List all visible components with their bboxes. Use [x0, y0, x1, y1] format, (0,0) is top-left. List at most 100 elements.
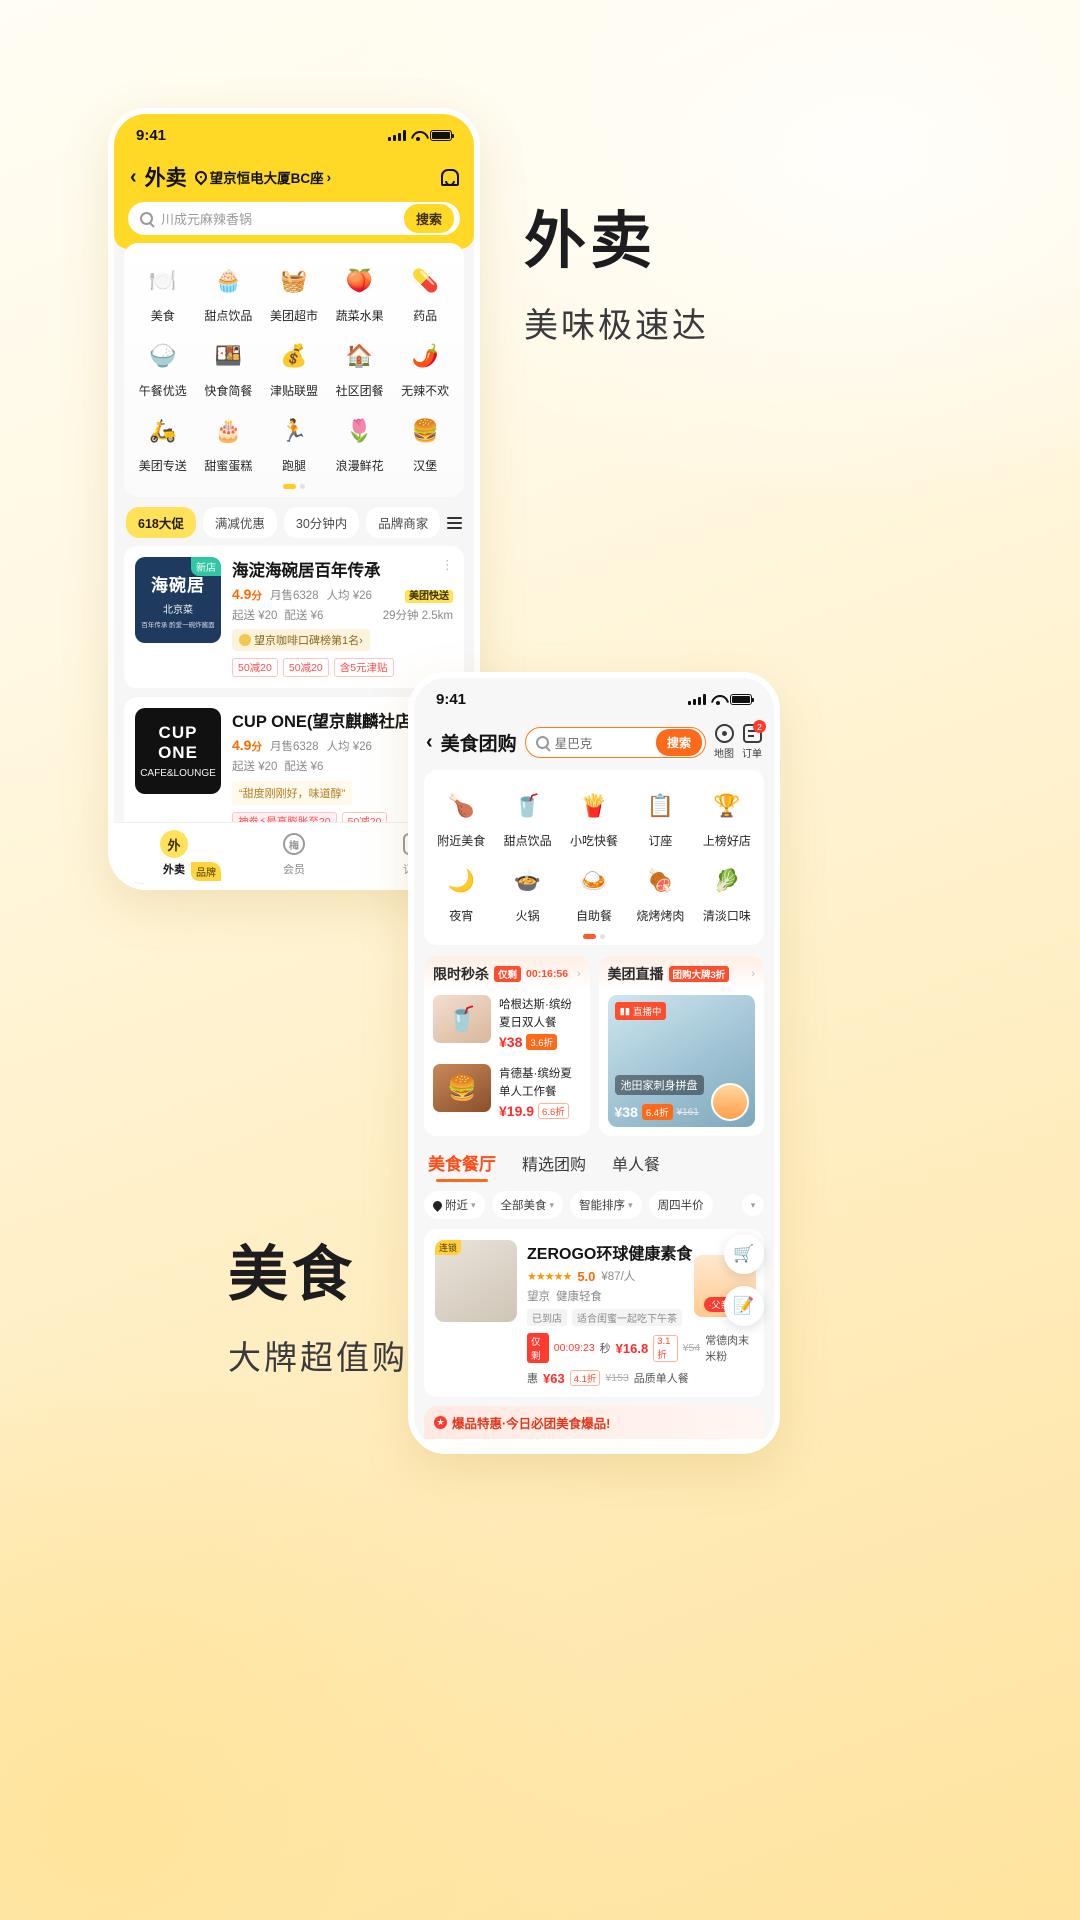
category-item-0[interactable]: 🍽️ 美食 — [130, 255, 196, 330]
category-pager[interactable] — [428, 934, 760, 939]
chevron-down-icon[interactable]: ▾ — [742, 1194, 764, 1216]
tuangou-filter-2[interactable]: 智能排序 ▾ — [570, 1191, 642, 1219]
category-item-5[interactable]: 🌙 夜宵 — [428, 855, 494, 930]
live-caption: 池田家刺身拼盘 — [614, 1075, 704, 1095]
bell-icon[interactable] — [438, 167, 459, 187]
tuangou-tab-1[interactable]: 精选团购 — [522, 1151, 586, 1182]
poi-avg-price: ¥87/人 — [601, 1271, 636, 1283]
map-button[interactable]: 地图 — [710, 720, 738, 760]
category-item-8[interactable]: 🍖 烧烤烤肉 — [627, 855, 693, 930]
live-title: 美团直播 — [607, 966, 664, 982]
category-item-11[interactable]: 🎂 甜蜜蛋糕 — [196, 405, 262, 480]
shop-rank-label: 望京咖啡口碑榜第1名› — [254, 635, 363, 647]
poi-card[interactable]: 连锁 ZEROGO环球健康素食 ★★★★★ 5.0 ¥87/人 望京 健康轻食 … — [424, 1229, 764, 1397]
category-item-9[interactable]: 🌶️ 无辣不欢 — [392, 330, 458, 405]
category-item-4[interactable]: 🏆 上榜好店 — [694, 780, 760, 855]
search-input[interactable]: 川成元麻辣香锅 — [161, 209, 404, 228]
search-bar[interactable]: 星巴克 搜索 — [524, 726, 706, 758]
live-arrow[interactable]: › — [751, 968, 755, 980]
tuangou-filter-0[interactable]: 附近 ▾ — [424, 1191, 485, 1219]
search-button[interactable]: 搜索 — [655, 728, 702, 756]
category-item-3[interactable]: 🍑 蔬菜水果 — [327, 255, 393, 330]
category-item-1[interactable]: 🧁 甜点饮品 — [196, 255, 262, 330]
category-item-12[interactable]: 🏃 跑腿 — [261, 405, 327, 480]
back-button[interactable]: ‹ — [130, 167, 137, 187]
shop-score: 4.9分 — [232, 586, 262, 602]
filter-label: 附近 — [445, 1200, 468, 1212]
filter-chip-3[interactable]: 品牌商家 — [366, 507, 441, 538]
menu-icon[interactable] — [447, 516, 462, 529]
location-selector[interactable]: 望京恒电大厦BC座 › — [192, 167, 331, 187]
category-label: 烧烤烤肉 — [636, 909, 685, 923]
live-stream-card[interactable]: ▮▮ 直播中 池田家刺身拼盘 ¥38 6.4折 ¥161 — [607, 995, 755, 1127]
category-item-14[interactable]: 🍔 汉堡 — [392, 405, 458, 480]
poi-deal-row[interactable]: 仅剩 00:09:23 秒 ¥16.8 3.1折 ¥54 常德肉末米粉 — [527, 1332, 753, 1364]
deal-strike-price: ¥153 — [605, 1372, 629, 1384]
promo-meishi-subtitle: 大牌超值购 — [228, 1339, 408, 1376]
category-item-2[interactable]: 🧺 美团超市 — [261, 255, 327, 330]
tuangou-tab-0[interactable]: 美食餐厅 — [428, 1150, 496, 1182]
order-fab[interactable]: 📝 — [724, 1286, 764, 1326]
category-pager[interactable] — [130, 484, 458, 489]
category-item-6[interactable]: 🍱 快食简餐 — [196, 330, 262, 405]
shop-card[interactable]: 新店 海碗居 北京菜 百年传承 酌爱一碗炸酱面 海淀海碗居百年传承 4.9分 月售6328 人… — [124, 546, 464, 688]
order-button[interactable]: 2 订单 — [742, 720, 766, 760]
tab-member[interactable]: 梅 会员 — [234, 830, 354, 877]
tuangou-tabs: 美食餐厅 精选团购 单人餐 — [414, 1136, 774, 1182]
live-badge: ▮▮ 直播中 — [614, 1002, 667, 1020]
category-item-13[interactable]: 🌷 浪漫鲜花 — [327, 405, 393, 480]
seckill-item-price: ¥38 — [499, 1034, 523, 1050]
poi-stars: ★★★★★ — [527, 1270, 572, 1283]
tuangou-tab-2[interactable]: 单人餐 — [612, 1151, 660, 1182]
category-item-6[interactable]: 🍲 火锅 — [494, 855, 560, 930]
category-item-7[interactable]: 🍛 自助餐 — [561, 855, 627, 930]
category-item-0[interactable]: 🍗 附近美食 — [428, 780, 494, 855]
search-input[interactable]: 星巴克 — [555, 733, 656, 752]
live-panel[interactable]: 美团直播 团购大牌3折 › ▮▮ 直播中 池田家刺身拼盘 ¥38 6.4折 ¥1… — [598, 956, 764, 1136]
filter-chip-0[interactable]: 618大促 — [126, 507, 196, 538]
search-button[interactable]: 搜索 — [403, 204, 454, 233]
tuangou-filter-3[interactable]: 周四半价 — [648, 1191, 713, 1219]
category-item-8[interactable]: 🏠 社区团餐 — [327, 330, 393, 405]
category-item-9[interactable]: 🥬 清淡口味 — [694, 855, 760, 930]
category-item-4[interactable]: 💊 药品 — [392, 255, 458, 330]
shop-eta: 29分钟 2.5km — [382, 610, 453, 622]
member-icon: 梅 — [280, 830, 308, 858]
category-item-5[interactable]: 🍚 午餐优选 — [130, 330, 196, 405]
category-icon: 💊 — [411, 268, 439, 293]
seckill-arrow[interactable]: › — [577, 968, 581, 980]
category-row: 🛵 美团专送 🎂 甜蜜蛋糕 🏃 跑腿 🌷 浪漫鲜花 🍔 汉堡 — [130, 405, 458, 480]
poi-deal-row[interactable]: 惠 ¥63 4.1折 ¥153 品质单人餐 — [527, 1370, 753, 1386]
filter-chip-2[interactable]: 30分钟内 — [283, 507, 360, 538]
map-button-label: 地图 — [714, 749, 734, 760]
seckill-item[interactable]: 🍔 肯德基·缤纷夏单人工作餐 ¥19.9 6.6折 — [424, 1058, 590, 1127]
shop-sold: 月售6328 — [269, 741, 319, 753]
shop-quote: “甜度刚刚好，味道醇” — [232, 781, 353, 805]
filter-chip-1[interactable]: 满减优惠 — [202, 507, 277, 538]
more-icon[interactable]: ⋮ — [441, 558, 454, 571]
shop-thumb-sub: CAFE&LOUNGE — [140, 768, 216, 779]
filter-label: 智能排序 — [579, 1200, 626, 1212]
shop-rank[interactable]: 望京咖啡口碑榜第1名› — [232, 629, 370, 651]
waimai-icon: 外 — [160, 830, 188, 858]
seckill-item[interactable]: 🥤 哈根达斯·缤纷夏日双人餐 ¥38 3.6折 — [424, 989, 590, 1058]
category-item-10[interactable]: 🛵 美团专送 — [130, 405, 196, 480]
category-label: 甜点饮品 — [503, 834, 552, 848]
shop-service-tag: 美团快送 — [405, 590, 453, 603]
seckill-panel[interactable]: 限时秒杀 仅剩 00:16:56 › 🥤 哈根达斯·缤纷夏日双人餐 ¥38 3.… — [424, 956, 590, 1136]
bao-card[interactable]: ★ 爆品特惠·今日必团美食爆品! 🥤 蜜雪冰城·珍珠奶茶deal (中杯) 口味… — [424, 1406, 764, 1448]
back-button[interactable]: ‹ — [426, 732, 433, 752]
deal-countdown-tag: 仅剩 — [527, 1333, 549, 1363]
cart-fab[interactable]: 🛒 — [724, 1234, 764, 1274]
category-item-7[interactable]: 💰 津贴联盟 — [261, 330, 327, 405]
category-item-3[interactable]: 📋 订座 — [627, 780, 693, 855]
category-label: 药品 — [413, 309, 438, 323]
tuangou-filter-1[interactable]: 全部美食 ▾ — [491, 1191, 564, 1219]
category-row: 🌙 夜宵 🍲 火锅 🍛 自助餐 🍖 烧烤烤肉 🥬 清淡口味 — [428, 855, 760, 930]
category-item-2[interactable]: 🍟 小吃快餐 — [561, 780, 627, 855]
category-item-1[interactable]: 🥤 甜点饮品 — [494, 780, 560, 855]
search-bar[interactable]: 川成元麻辣香锅 搜索 — [128, 202, 460, 235]
page-title: 美食团购 — [440, 733, 517, 755]
status-time: 9:41 — [436, 690, 467, 708]
live-product-bubble[interactable] — [711, 1083, 749, 1121]
